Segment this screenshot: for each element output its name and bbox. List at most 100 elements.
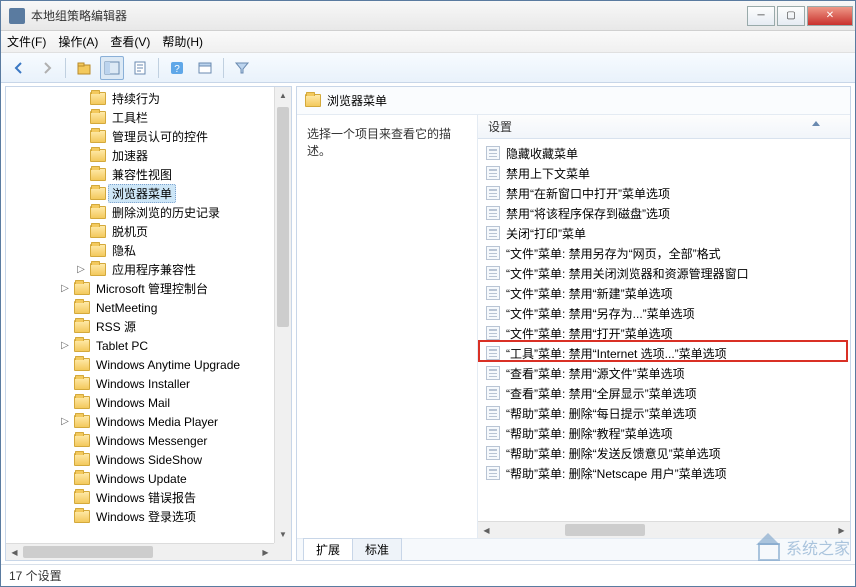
setting-row[interactable]: “帮助”菜单: 删除“发送反馈意见”菜单选项 <box>478 443 850 463</box>
tree-item[interactable]: ▷应用程序兼容性 <box>10 260 291 279</box>
setting-row[interactable]: 禁用上下文菜单 <box>478 163 850 183</box>
list-hscrollbar[interactable]: ◀ ▶ <box>478 521 850 538</box>
maximize-button[interactable]: ▢ <box>777 6 805 26</box>
folder-icon <box>74 472 90 485</box>
tree-item[interactable]: 持续行为 <box>10 89 291 108</box>
setting-row[interactable]: 隐藏收藏菜单 <box>478 143 850 163</box>
setting-row[interactable]: “文件”菜单: 禁用“另存为...”菜单选项 <box>478 303 850 323</box>
column-header-setting[interactable]: 设置 <box>478 115 850 139</box>
tree-item[interactable]: Windows Anytime Upgrade <box>10 355 291 374</box>
tree-item[interactable]: ▷Tablet PC <box>10 336 291 355</box>
properties-button[interactable] <box>193 56 217 80</box>
setting-label: “查看”菜单: 禁用“源文件”菜单选项 <box>506 365 685 382</box>
folder-icon <box>90 263 106 276</box>
tree-item[interactable]: 兼容性视图 <box>10 165 291 184</box>
setting-row[interactable]: “工具”菜单: 禁用“Internet 选项...”菜单选项 <box>478 343 850 363</box>
setting-label: “帮助”菜单: 删除“Netscape 用户”菜单选项 <box>506 465 727 482</box>
tree-item[interactable]: 浏览器菜单 <box>10 184 291 203</box>
vertical-scrollbar[interactable]: ▲ ▼ <box>274 87 291 543</box>
setting-row[interactable]: “文件”菜单: 禁用“新建”菜单选项 <box>478 283 850 303</box>
setting-row[interactable]: “文件”菜单: 禁用关闭浏览器和资源管理器窗口 <box>478 263 850 283</box>
tree-item[interactable]: Windows 错误报告 <box>10 488 291 507</box>
tree-item-label: Windows Installer <box>92 376 194 392</box>
tree-item-label: 兼容性视图 <box>108 165 176 184</box>
scroll-thumb[interactable] <box>277 107 289 327</box>
horizontal-scrollbar[interactable]: ◀ ▶ <box>6 543 274 560</box>
up-button[interactable] <box>72 56 96 80</box>
scroll-right-icon[interactable]: ▶ <box>833 522 850 538</box>
expand-icon[interactable]: ▷ <box>58 416 72 427</box>
tab-extended[interactable]: 扩展 <box>303 538 353 560</box>
tree-item[interactable]: 工具栏 <box>10 108 291 127</box>
hscroll-thumb[interactable] <box>565 524 645 536</box>
tree-item[interactable]: ▷Windows Media Player <box>10 412 291 431</box>
setting-label: 禁用上下文菜单 <box>506 165 590 182</box>
tree-item-label: Windows Update <box>92 471 191 487</box>
tree-item[interactable]: 删除浏览的历史记录 <box>10 203 291 222</box>
setting-row[interactable]: 关闭“打印”菜单 <box>478 223 850 243</box>
setting-icon <box>486 286 500 300</box>
scroll-right-icon[interactable]: ▶ <box>257 544 274 560</box>
setting-row[interactable]: 禁用“将该程序保存到磁盘”选项 <box>478 203 850 223</box>
folder-icon <box>90 130 106 143</box>
tree-scroll-area[interactable]: 持续行为工具栏管理员认可的控件加速器兼容性视图浏览器菜单删除浏览的历史记录脱机页… <box>6 87 291 560</box>
filter-button[interactable] <box>230 56 254 80</box>
show-tree-button[interactable] <box>100 56 124 80</box>
tree-item[interactable]: 脱机页 <box>10 222 291 241</box>
expand-icon[interactable]: ▷ <box>74 264 88 275</box>
folder-icon <box>90 111 106 124</box>
view-tabs: 扩展 标准 <box>297 538 850 560</box>
tree-item[interactable]: 隐私 <box>10 241 291 260</box>
tree-item[interactable]: NetMeeting <box>10 298 291 317</box>
folder-icon <box>90 225 106 238</box>
tree-item[interactable]: Windows SideShow <box>10 450 291 469</box>
tree-item[interactable]: Windows Mail <box>10 393 291 412</box>
setting-row[interactable]: “帮助”菜单: 删除“教程”菜单选项 <box>478 423 850 443</box>
menu-help[interactable]: 帮助(H) <box>162 33 203 50</box>
help-button[interactable]: ? <box>165 56 189 80</box>
tree-item-label: NetMeeting <box>92 300 161 316</box>
forward-button[interactable] <box>35 56 59 80</box>
menu-view[interactable]: 查看(V) <box>110 33 150 50</box>
tree-item[interactable]: ▷Microsoft 管理控制台 <box>10 279 291 298</box>
tree-item-label: Windows Mail <box>92 395 174 411</box>
tree-item-label: 删除浏览的历史记录 <box>108 203 224 222</box>
settings-list[interactable]: 隐藏收藏菜单禁用上下文菜单禁用“在新窗口中打开”菜单选项禁用“将该程序保存到磁盘… <box>478 139 850 521</box>
setting-row[interactable]: 禁用“在新窗口中打开”菜单选项 <box>478 183 850 203</box>
back-button[interactable] <box>7 56 31 80</box>
expand-icon[interactable]: ▷ <box>58 283 72 294</box>
setting-row[interactable]: “查看”菜单: 禁用“全屏显示”菜单选项 <box>478 383 850 403</box>
status-text: 17 个设置 <box>9 567 62 584</box>
tree-item-label: Windows Messenger <box>92 433 211 449</box>
setting-label: “帮助”菜单: 删除“教程”菜单选项 <box>506 425 673 442</box>
close-button[interactable]: ✕ <box>807 6 853 26</box>
setting-row[interactable]: “帮助”菜单: 删除“Netscape 用户”菜单选项 <box>478 463 850 483</box>
scroll-left-icon[interactable]: ◀ <box>6 544 23 560</box>
setting-row[interactable]: “查看”菜单: 禁用“源文件”菜单选项 <box>478 363 850 383</box>
minimize-button[interactable]: ─ <box>747 6 775 26</box>
menu-file[interactable]: 文件(F) <box>7 33 46 50</box>
expand-icon[interactable]: ▷ <box>58 340 72 351</box>
scroll-down-icon[interactable]: ▼ <box>275 526 291 543</box>
tree-item[interactable]: RSS 源 <box>10 317 291 336</box>
tree-item[interactable]: Windows Messenger <box>10 431 291 450</box>
setting-row[interactable]: “文件”菜单: 禁用“打开”菜单选项 <box>478 323 850 343</box>
main-body: 持续行为工具栏管理员认可的控件加速器兼容性视图浏览器菜单删除浏览的历史记录脱机页… <box>1 83 855 564</box>
scroll-left-icon[interactable]: ◀ <box>478 522 495 538</box>
tree-item-label: 隐私 <box>108 241 140 260</box>
export-button[interactable] <box>128 56 152 80</box>
tab-standard[interactable]: 标准 <box>352 538 402 560</box>
setting-row[interactable]: “文件”菜单: 禁用另存为“网页，全部”格式 <box>478 243 850 263</box>
titlebar[interactable]: 本地组策略编辑器 ─ ▢ ✕ <box>1 1 855 31</box>
tree-item[interactable]: 加速器 <box>10 146 291 165</box>
tree-item[interactable]: Windows Installer <box>10 374 291 393</box>
tree-item-label: 工具栏 <box>108 108 152 127</box>
tree-item-label: 持续行为 <box>108 89 164 108</box>
tree-item[interactable]: Windows Update <box>10 469 291 488</box>
scroll-up-icon[interactable]: ▲ <box>275 87 291 104</box>
menu-action[interactable]: 操作(A) <box>58 33 98 50</box>
tree-item[interactable]: Windows 登录选项 <box>10 507 291 526</box>
tree-item[interactable]: 管理员认可的控件 <box>10 127 291 146</box>
setting-row[interactable]: “帮助”菜单: 删除“每日提示”菜单选项 <box>478 403 850 423</box>
hscroll-thumb[interactable] <box>23 546 153 558</box>
